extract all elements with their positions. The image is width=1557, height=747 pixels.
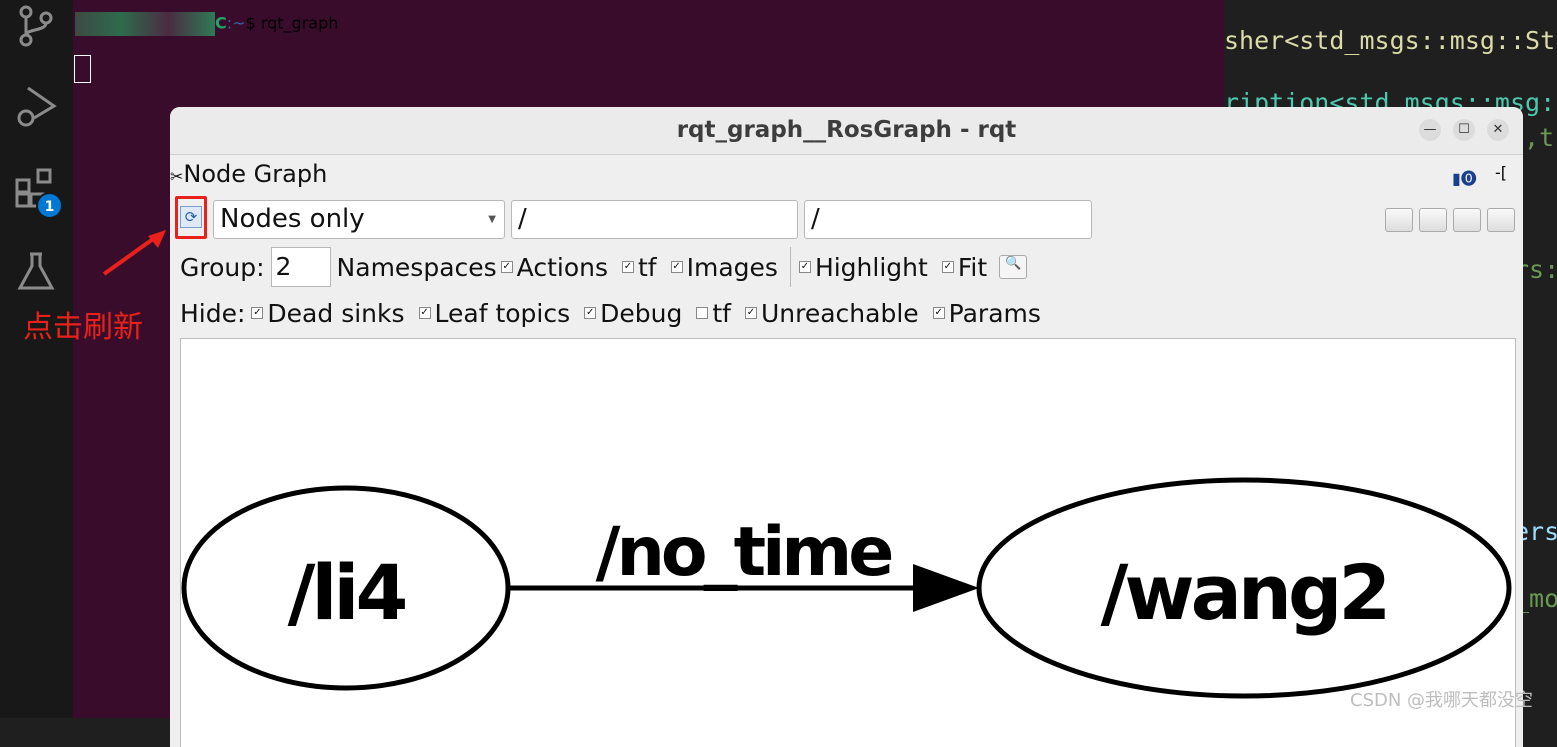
refresh-button[interactable]: ⟳ [175, 196, 207, 239]
topic-filter-input[interactable]: / [804, 200, 1092, 239]
minimize-button[interactable]: — [1419, 119, 1441, 141]
close-plugin-icon[interactable]: -[ [1495, 163, 1507, 182]
rqt-window: rqt_graph__RosGraph - rqt — ☐ ✕ ✂Node Gr… [170, 107, 1523, 747]
dead-sinks-checkbox[interactable]: ✓ [251, 307, 264, 319]
activity-bar: 1 [0, 0, 73, 718]
option-namespaces[interactable]: Namespaces [337, 253, 497, 282]
blurred-username [75, 12, 215, 36]
source-control-icon[interactable] [14, 4, 58, 48]
save-image-button[interactable] [1487, 208, 1515, 232]
watermark: CSDN @我哪天都没空 [1350, 690, 1534, 711]
separator [789, 247, 791, 287]
testing-icon[interactable] [14, 250, 58, 294]
actions-checkbox[interactable]: ✓ [500, 261, 513, 273]
unreachable-checkbox[interactable]: ✓ [744, 307, 757, 319]
annotation-text: 点击刷新 [23, 310, 143, 345]
save-svg-button[interactable] [1453, 208, 1481, 232]
terminal-prompt: C:~$ rqt_graph [75, 12, 338, 36]
annotation-arrow [102, 230, 166, 276]
title-bar[interactable]: rqt_graph__RosGraph - rqt — ☐ ✕ [170, 107, 1523, 155]
hide-label: Hide: [180, 298, 246, 328]
node-label-wang2: /wang2 [1101, 548, 1388, 637]
tf-checkbox[interactable]: ✓ [622, 261, 634, 273]
save-dot-button[interactable] [1419, 208, 1447, 232]
refresh-icon: ⟳ [180, 206, 202, 228]
chevron-down-icon: ▼ [488, 214, 496, 225]
hide-tf-checkbox[interactable] [696, 307, 709, 319]
fit-view-button[interactable]: 🔍 [999, 255, 1028, 279]
graph-canvas[interactable]: /li4 /wang2 /no_time [180, 338, 1516, 747]
plugin-icon: ✂ [170, 167, 184, 186]
plugin-title: ✂Node Graph [170, 160, 328, 187]
code-line: sher<std_msgs::msg::Str [1224, 26, 1557, 55]
leaf-topics-checkbox[interactable]: ✓ [418, 307, 431, 319]
close-button[interactable]: ✕ [1487, 119, 1509, 141]
group-spinbox[interactable]: 2 [270, 247, 331, 287]
images-checkbox[interactable]: ✓ [670, 261, 683, 273]
load-dot-button[interactable] [1385, 208, 1413, 232]
maximize-button[interactable]: ☐ [1453, 119, 1475, 141]
group-label: Group: [180, 252, 265, 282]
node-filter-input[interactable]: / [511, 200, 798, 239]
highlight-checkbox[interactable]: ✓ [798, 261, 811, 273]
help-icon[interactable]: ▮⓿ [1452, 165, 1477, 189]
fit-checkbox[interactable]: ✓ [941, 261, 954, 273]
graph-type-select[interactable]: Nodes only ▼ [213, 200, 505, 239]
debug-checkbox[interactable]: ✓ [584, 307, 597, 319]
node-label-li4: /li4 [288, 548, 406, 637]
extensions-badge: 1 [36, 192, 63, 219]
code-line: ,t [1524, 123, 1555, 152]
terminal-cursor [74, 55, 91, 83]
window-title: rqt_graph__RosGraph - rqt [676, 117, 1017, 143]
edge-label-topic: /no_time [596, 513, 892, 592]
terminal-command: rqt_graph [260, 13, 339, 33]
run-debug-icon[interactable] [14, 84, 58, 128]
arrowhead [913, 564, 979, 612]
params-checkbox[interactable]: ✓ [932, 307, 945, 319]
